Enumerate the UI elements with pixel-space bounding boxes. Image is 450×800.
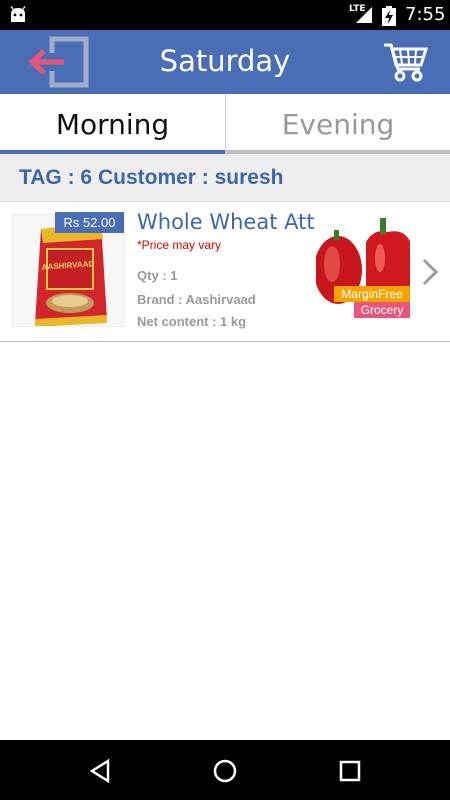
recent-apps-icon[interactable] [337, 758, 363, 784]
back-icon[interactable] [88, 758, 114, 784]
home-icon[interactable] [212, 758, 238, 784]
brand-label: Brand : Aashirvaad [137, 292, 256, 307]
battery-charging-icon [382, 6, 396, 26]
list-item[interactable]: AASHIRVAAD Rs 52.00 Whole Wheat Atta *Pr… [0, 202, 450, 342]
tab-bar: Morning Evening [0, 94, 450, 154]
price-note: *Price may vary [137, 238, 222, 252]
ad-label-grocery: Grocery [354, 302, 410, 318]
tag-customer-label: TAG : 6 Customer : suresh [19, 166, 284, 189]
cart-icon[interactable] [382, 41, 428, 83]
price-badge: Rs 52.00 [55, 212, 124, 233]
quantity-label: Qty : 1 [137, 268, 178, 283]
android-debug-icon [10, 6, 26, 22]
clock: 7:55 [405, 4, 446, 25]
tab-morning[interactable]: Morning [0, 94, 225, 154]
app-bar: Saturday [0, 30, 450, 94]
tab-evening[interactable]: Evening [225, 94, 450, 154]
tag-customer-header: TAG : 6 Customer : suresh [0, 154, 450, 202]
chevron-right-icon[interactable] [419, 256, 441, 288]
status-bar: LTE 7:55 [0, 0, 450, 30]
net-content-label: Net content : 1 kg [137, 314, 247, 329]
signal-icon [356, 7, 372, 23]
product-name: Whole Wheat Atta [137, 210, 328, 234]
system-navigation-bar [0, 740, 450, 800]
ad-label-marginfree: MarginFree [334, 286, 410, 302]
